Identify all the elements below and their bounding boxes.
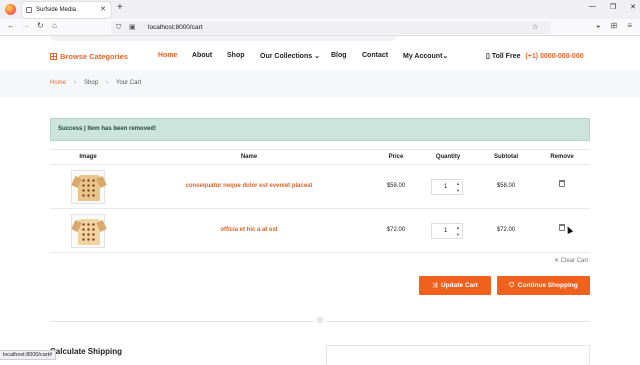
trash-icon[interactable] <box>559 180 565 187</box>
home-icon[interactable]: ⌂ <box>52 21 57 30</box>
site-header: Browse Categories Home About Shop Our Co… <box>0 36 640 70</box>
menu-item-label: My Account <box>403 53 443 60</box>
menu-item-contact[interactable]: Contact <box>362 52 388 59</box>
menu-item-shop[interactable]: Shop <box>227 52 245 59</box>
extensions-icon[interactable]: ⊞ <box>611 21 618 30</box>
stepper-arrows-icon[interactable]: ▲ ▼ <box>456 180 460 194</box>
clear-cart-button[interactable]: ✕ Clear Cart <box>554 257 588 264</box>
column-header-name: Name <box>240 154 258 160</box>
breadcrumb-home[interactable]: Home <box>50 80 66 86</box>
window-controls: — ❐ ✕ <box>589 3 636 11</box>
browser-tab[interactable]: Surfside Media ✕ <box>22 2 111 18</box>
breadcrumb-separator: › <box>74 80 77 86</box>
product-image[interactable] <box>71 214 105 248</box>
toll-free-number[interactable]: (+1) 0000-000-000 <box>525 53 583 60</box>
toll-free-label: Toll Free <box>491 53 521 60</box>
menu-item-label: Our Collections <box>260 53 313 60</box>
menu-item-our-collections[interactable]: Our Collections ⌄ <box>260 52 320 60</box>
continue-shopping-label: Continue Shopping <box>517 282 578 289</box>
shopping-bag-icon: ⛉ <box>509 282 515 289</box>
page-icon <box>26 7 32 13</box>
close-tab-icon[interactable]: ✕ <box>100 2 106 18</box>
update-cart-label: Update Cart <box>440 282 478 289</box>
shield-icon[interactable]: ⛉ <box>116 21 121 34</box>
back-icon[interactable]: ← <box>7 21 15 30</box>
quantity-value: 1 <box>444 184 448 190</box>
column-header-image: Image <box>79 154 97 160</box>
forward-icon[interactable]: → <box>22 21 30 30</box>
table-row: consequatur neque dolor est eveniet plac… <box>50 165 590 209</box>
breadcrumb: Home › Shop › Your Cart <box>50 80 141 86</box>
shuffle-icon: ⤨ <box>432 282 438 289</box>
quantity-value: 1 <box>444 228 448 234</box>
product-image[interactable] <box>71 170 105 204</box>
quantity-stepper[interactable]: 1 ▲ ▼ <box>431 223 463 239</box>
product-name-link[interactable]: consequatur neque dolor est eveniet plac… <box>185 183 312 189</box>
breadcrumb-band: Home › Shop › Your Cart <box>0 70 640 97</box>
table-row: officia et hic a at est $72.00 1 ▲ ▼ $72.… <box>50 209 590 253</box>
stepper-arrows-icon[interactable]: ▲ ▼ <box>456 224 460 238</box>
browser-tab-bar: Surfside Media ✕ + — ❐ ✕ <box>0 0 640 19</box>
menu-icon[interactable]: ≡ <box>627 21 632 30</box>
status-bar-url: localhost:8000/cart# <box>0 350 57 360</box>
grid-icon <box>50 53 57 60</box>
column-header-quantity: Quantity <box>435 154 461 160</box>
column-header-price: Price <box>388 154 404 160</box>
success-alert: Success | Item has been removed! <box>50 118 590 141</box>
toll-free-info: ▯ Toll Free (+1) 0000-000-000 <box>486 52 584 60</box>
column-header-subtotal: Subtotal <box>494 154 518 160</box>
close-window-icon[interactable]: ✕ <box>630 3 636 11</box>
bookmark-star-icon[interactable]: ☆ <box>532 21 538 34</box>
new-tab-icon[interactable]: + <box>117 2 123 13</box>
close-icon: ✕ <box>554 258 560 264</box>
menu-item-home[interactable]: Home <box>158 52 177 59</box>
reload-icon[interactable]: ↻ <box>37 21 44 30</box>
site-logo[interactable] <box>50 36 396 41</box>
divider-logo-icon: ◎ <box>314 314 326 326</box>
browse-label: Browse Categories <box>60 52 128 61</box>
breadcrumb-shop[interactable]: Shop <box>84 80 98 86</box>
product-subtotal: $58.00 <box>496 183 516 189</box>
product-price: $58.00 <box>386 183 406 189</box>
continue-shopping-button[interactable]: ⛉ Continue Shopping <box>497 276 590 295</box>
breadcrumb-separator: › <box>106 80 109 86</box>
browser-nav-bar: ← → ↻ ⌂ ⛉ ▣ localhost:8000/cart ☆ ◒ ⊞ ≡ <box>0 19 640 36</box>
maximize-icon[interactable]: ❐ <box>610 3 616 11</box>
menu-item-my-account[interactable]: My Account⌄ <box>403 52 448 60</box>
column-header-remove: Remove <box>550 154 574 160</box>
minimize-icon[interactable]: — <box>589 3 596 11</box>
pocket-icon[interactable]: ◒ <box>596 21 601 30</box>
update-cart-button[interactable]: ⤨ Update Cart <box>419 276 491 295</box>
firefox-icon <box>5 4 16 15</box>
breadcrumb-current: Your Cart <box>116 80 142 86</box>
browse-categories-button[interactable]: Browse Categories <box>50 52 128 61</box>
table-header: Image Name Price Quantity Subtotal Remov… <box>50 149 590 165</box>
url-bar[interactable]: ⛉ ▣ localhost:8000/cart ☆ <box>111 21 551 34</box>
clear-cart-label: Clear Cart <box>560 258 589 264</box>
cart-table: Image Name Price Quantity Subtotal Remov… <box>50 149 590 253</box>
menu-item-blog[interactable]: Blog <box>331 52 347 59</box>
quantity-stepper[interactable]: 1 ▲ ▼ <box>431 179 463 195</box>
calculate-shipping-title: Calculate Shipping <box>50 347 123 356</box>
toolbar-icons: ◒ ⊞ ≡ <box>596 21 632 30</box>
page-info-icon[interactable]: ▣ <box>129 21 136 34</box>
url-text: localhost:8000/cart <box>148 24 203 31</box>
product-name-link[interactable]: officia et hic a at est <box>220 227 277 233</box>
tab-title: Surfside Media <box>36 7 77 13</box>
shipping-panel <box>326 345 590 365</box>
menu-item-about[interactable]: About <box>192 52 212 59</box>
product-price: $72.00 <box>386 227 406 233</box>
product-subtotal: $72.00 <box>496 227 516 233</box>
phone-icon: ▯ <box>486 53 490 60</box>
